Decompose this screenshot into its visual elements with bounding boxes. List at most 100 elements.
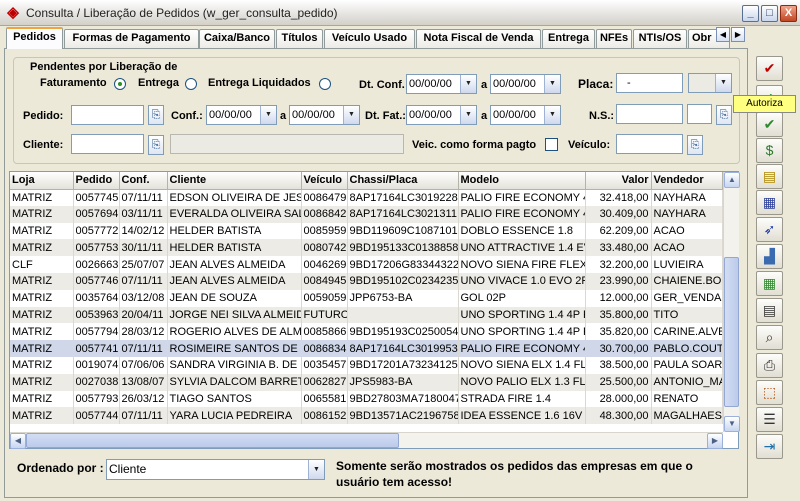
tab-ntis-os[interactable]: NTIs/OS bbox=[633, 29, 687, 48]
table-cell: 9BD119609C1087101 bbox=[347, 222, 459, 240]
table-row[interactable]: MATRIZ 0057745 07/11/11 EDSON OLIVEIRA DE J… bbox=[10, 189, 723, 206]
table-cell: 62.209,00 bbox=[585, 222, 652, 240]
cliente-lookup-icon[interactable]: ⎘ bbox=[148, 135, 164, 155]
column-header[interactable]: Veículo bbox=[301, 172, 348, 190]
table-row[interactable]: MATRIZ 0053963 20/04/11 JORGE NEI SILVA ALM… bbox=[10, 306, 723, 324]
money-bag-icon: $ bbox=[765, 142, 774, 158]
dropdown-arrow-icon[interactable]: ▼ bbox=[460, 106, 476, 124]
table-cell: 0053963 bbox=[73, 306, 120, 324]
radio-entrega-liquidados[interactable] bbox=[319, 78, 331, 90]
ns-lookup-icon[interactable]: ⎘ bbox=[716, 105, 732, 125]
documents-button[interactable]: ▤ bbox=[756, 164, 783, 189]
sheet-button[interactable]: ▦ bbox=[756, 271, 783, 296]
table-row[interactable]: MATRIZ 0057746 07/11/11 JEAN ALVES ALMEIDA 0… bbox=[10, 272, 723, 290]
tab-veiculo-usado[interactable]: Veículo Usado bbox=[324, 29, 415, 48]
table-cell: 0086479 bbox=[301, 189, 348, 206]
horizontal-scroll-thumb[interactable] bbox=[26, 433, 399, 448]
radio-entrega[interactable] bbox=[185, 78, 197, 90]
column-header[interactable]: Vendedor bbox=[651, 172, 723, 190]
radio-faturamento[interactable] bbox=[114, 78, 126, 90]
dropdown-arrow-icon[interactable]: ▼ bbox=[343, 106, 359, 124]
table-row[interactable]: MATRIZ 0057753 30/11/11 HELDER BATISTA 00807… bbox=[10, 239, 723, 257]
column-header[interactable]: Modelo bbox=[458, 172, 586, 190]
dropdown-arrow-icon[interactable]: ▼ bbox=[308, 460, 324, 479]
chart-button[interactable]: ▟ bbox=[756, 244, 783, 269]
column-header[interactable]: Valor bbox=[585, 172, 652, 190]
dropdown-arrow-icon[interactable]: ▼ bbox=[715, 74, 731, 92]
tab-formas-de-pagamento[interactable]: Formas de Pagamento bbox=[64, 29, 199, 48]
scroll-right-button[interactable]: ▶ bbox=[707, 433, 723, 449]
table-row[interactable]: MATRIZ 0057772 14/02/12 HELDER BATISTA 00859… bbox=[10, 222, 723, 240]
placa-state-select[interactable]: ▼ bbox=[688, 73, 732, 93]
print-button[interactable]: ⎙ bbox=[756, 353, 783, 378]
documents-icon: ▤ bbox=[762, 168, 777, 184]
scroll-down-button[interactable]: ▼ bbox=[724, 416, 740, 432]
dropdown-arrow-icon[interactable]: ▼ bbox=[544, 75, 560, 93]
column-header[interactable]: Cliente bbox=[167, 172, 302, 190]
grid-vertical-scrollbar[interactable]: ▲ ▼ bbox=[723, 172, 740, 432]
minimize-button[interactable]: _ bbox=[742, 5, 759, 22]
dropdown-arrow-icon[interactable]: ▼ bbox=[544, 106, 560, 124]
column-header[interactable]: Conf. bbox=[119, 172, 168, 190]
table-cell: 28/03/12 bbox=[119, 323, 168, 341]
grid-horizontal-scrollbar[interactable]: ◀ ▶ bbox=[10, 432, 723, 449]
vertical-scroll-thumb[interactable] bbox=[724, 257, 739, 407]
placa-field[interactable]: - bbox=[616, 73, 683, 93]
column-header[interactable]: Pedido bbox=[73, 172, 120, 190]
table-cell: 07/11/11 bbox=[119, 189, 168, 206]
scroll-up-button[interactable]: ▲ bbox=[724, 172, 740, 188]
preview-button[interactable]: ⌕ bbox=[756, 325, 783, 350]
table-row[interactable]: CLF 0026663 25/07/07 JEAN ALVES ALMEIDA 0046… bbox=[10, 256, 723, 273]
grid-button[interactable]: ▦ bbox=[756, 190, 783, 215]
dt-fat-from-field[interactable]: 00/00/00 ▼ bbox=[406, 105, 477, 125]
ns-field[interactable] bbox=[616, 104, 683, 124]
table-row[interactable]: MATRIZ 0057744 07/11/11 YARA LUCIA PEDREIRA… bbox=[10, 407, 723, 425]
close-button[interactable]: X bbox=[780, 5, 797, 22]
tab-nota-fiscal-de-venda[interactable]: Nota Fiscal de Venda bbox=[416, 29, 541, 48]
export-button[interactable]: ⬚ bbox=[756, 380, 783, 405]
tab-scroll-right-button[interactable]: ▶ bbox=[731, 27, 745, 42]
table-cell: 20/04/11 bbox=[119, 306, 168, 324]
pedido-field[interactable] bbox=[71, 105, 144, 125]
scroll-left-button[interactable]: ◀ bbox=[10, 433, 26, 449]
authorize-button[interactable]: ✔ bbox=[756, 56, 783, 81]
tab-caixa-banco[interactable]: Caixa/Banco bbox=[199, 29, 275, 48]
order-by-select[interactable]: Cliente ▼ bbox=[106, 459, 325, 480]
table-row[interactable]: MATRIZ 0057793 26/03/12 TIAGO SANTOS 0065581… bbox=[10, 390, 723, 408]
dropdown-arrow-icon[interactable]: ▼ bbox=[460, 75, 476, 93]
tab-titulos[interactable]: Títulos bbox=[276, 29, 323, 48]
approve-button[interactable]: ✔ bbox=[756, 112, 783, 137]
veiculo-lookup-icon[interactable]: ⎘ bbox=[687, 135, 703, 155]
veiculo-field[interactable] bbox=[616, 134, 683, 154]
tab-pedidos[interactable]: Pedidos bbox=[6, 27, 63, 49]
ns-extra-field[interactable] bbox=[687, 104, 712, 124]
tab-nfes[interactable]: NFEs bbox=[596, 29, 632, 48]
table-row[interactable]: MATRIZ 0057794 28/03/12 ROGERIO ALVES DE AL… bbox=[10, 323, 723, 341]
authorize-icon: ✔ bbox=[763, 60, 776, 76]
tab-scroll-left-button[interactable]: ◀ bbox=[716, 27, 730, 42]
table-row[interactable]: MATRIZ 0019074 07/06/06 SANDRA VIRGINIA B. … bbox=[10, 356, 723, 374]
conf-to-field[interactable]: 00/00/00 ▼ bbox=[289, 105, 360, 125]
maximize-button[interactable]: □ bbox=[761, 5, 778, 22]
tab-entrega[interactable]: Entrega bbox=[542, 29, 595, 48]
veic-forma-pagto-checkbox[interactable] bbox=[545, 138, 558, 151]
runner-button[interactable]: ➶ bbox=[756, 217, 783, 242]
dt-conf-to-field[interactable]: 00/00/00 ▼ bbox=[490, 74, 561, 94]
money-bag-button[interactable]: $ bbox=[756, 138, 783, 163]
column-header[interactable]: Chassi/Placa bbox=[347, 172, 459, 190]
table-row[interactable]: MATRIZ 0027038 13/08/07 SYLVIA DALCOM BARRE… bbox=[10, 373, 723, 391]
dropdown-arrow-icon[interactable]: ▼ bbox=[260, 106, 276, 124]
conf-from-field[interactable]: 00/00/00 ▼ bbox=[206, 105, 277, 125]
table-cell: JEAN DE SOUZA bbox=[167, 289, 302, 307]
list-button[interactable]: ☰ bbox=[756, 407, 783, 432]
exit-button[interactable]: ⇥ bbox=[756, 434, 783, 459]
table-row[interactable]: MATRIZ 0035764 03/12/08 JEAN DE SOUZA 005905… bbox=[10, 289, 723, 307]
dt-fat-to-field[interactable]: 00/00/00 ▼ bbox=[490, 105, 561, 125]
dt-conf-from-field[interactable]: 00/00/00 ▼ bbox=[406, 74, 477, 94]
pedido-lookup-icon[interactable]: ⎘ bbox=[148, 105, 164, 125]
table-row[interactable]: MATRIZ 0057694 03/11/11 EVERALDA OLIVEIRA S… bbox=[10, 205, 723, 223]
cliente-code-field[interactable] bbox=[71, 134, 144, 154]
column-header[interactable]: Loja bbox=[10, 172, 74, 190]
table-row[interactable]: MATRIZ 0057741 07/11/11 ROSIMEIRE SANTOS DE… bbox=[10, 340, 723, 357]
calculator-button[interactable]: ▤ bbox=[756, 298, 783, 323]
